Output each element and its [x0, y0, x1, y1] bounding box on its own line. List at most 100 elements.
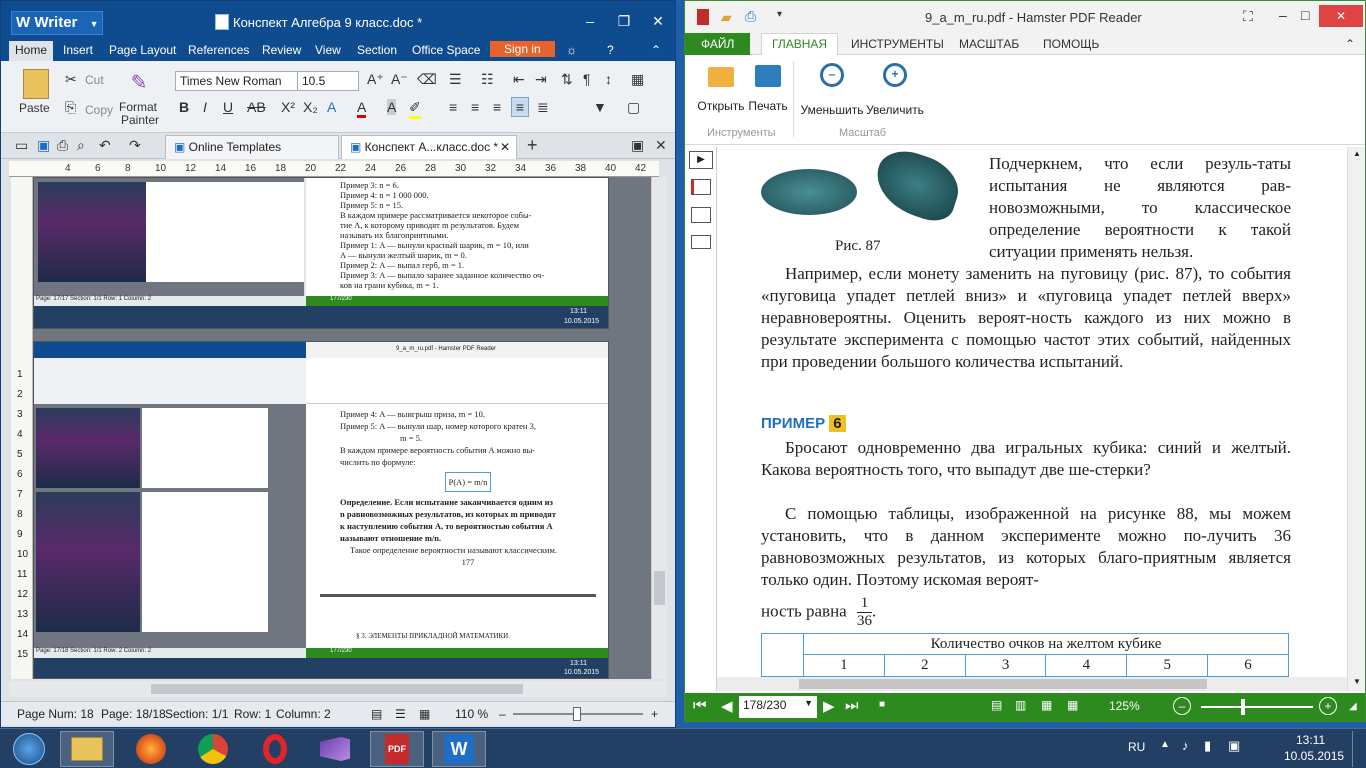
font-color-icon[interactable]: A [357, 99, 367, 118]
continuous-icon[interactable]: ▥ [1015, 698, 1026, 712]
new-tab-button[interactable]: + [527, 135, 538, 156]
show-desktop-button[interactable] [1352, 731, 1364, 767]
underline-icon[interactable]: U [223, 99, 233, 115]
paste-icon[interactable] [23, 69, 49, 99]
restore-button[interactable]: ❐ [613, 11, 635, 33]
tab-online-templates[interactable]: ▣ Online Templates [165, 135, 339, 159]
expand-panel-button[interactable]: ▶ [689, 151, 713, 169]
minimize-button[interactable]: – [1279, 7, 1287, 23]
font-size-select[interactable]: 10.5 [297, 71, 359, 91]
prev-page-icon[interactable]: ◀ [721, 697, 733, 715]
char-shading-icon[interactable]: A [387, 99, 397, 115]
font-name-select[interactable]: Times New Roman [175, 71, 299, 91]
menu-review[interactable]: Review [262, 43, 301, 57]
highlight-icon[interactable]: ✐ [409, 99, 421, 119]
resize-grip-icon[interactable]: ◢ [1349, 701, 1357, 712]
page-number-input[interactable]: 178/230 ▼ [739, 696, 817, 718]
paste-button[interactable]: Paste [19, 101, 50, 115]
menu-main[interactable]: ГЛАВНАЯ [761, 33, 839, 55]
outline-view-icon[interactable]: ☰ [395, 707, 406, 721]
maximize-button[interactable]: □ [1301, 7, 1309, 23]
show-marks-icon[interactable]: ¶ [583, 71, 591, 87]
skin-icon[interactable]: ☼ [566, 43, 577, 57]
bold-icon[interactable]: B [179, 99, 189, 115]
menu-file[interactable]: ФАЙЛ [685, 33, 751, 55]
save-icon[interactable]: ▣ [37, 137, 50, 154]
new-icon[interactable]: ▭ [15, 137, 28, 154]
outdent-icon[interactable]: ⇤ [513, 71, 525, 88]
zoom-in-button[interactable]: + [1319, 697, 1337, 715]
close-button[interactable]: ✕ [1319, 5, 1363, 27]
align-left-icon[interactable]: ≡ [449, 99, 457, 115]
open-button[interactable]: Открыть [697, 63, 745, 113]
zoom-out-button[interactable]: – [499, 707, 506, 721]
taskbar-pdf-reader[interactable]: PDF [370, 731, 424, 767]
sign-in-button[interactable]: Sign in [490, 41, 555, 57]
grow-font-icon[interactable]: A⁺ [367, 71, 384, 88]
stop-icon[interactable]: ■ [879, 699, 885, 710]
web-view-icon[interactable]: ▦ [419, 707, 430, 721]
open-folder-icon[interactable]: ▰ [721, 9, 732, 26]
writer-horizontal-scrollbar[interactable] [9, 681, 667, 697]
scroll-thumb[interactable] [151, 684, 523, 694]
facing-continuous-icon[interactable]: ▦ [1067, 698, 1078, 712]
taskbar-chrome[interactable] [186, 731, 240, 767]
paragraph-shading-icon[interactable]: ▼ [593, 99, 607, 115]
table-icon[interactable]: ▦ [631, 71, 644, 88]
writer-vertical-scrollbar[interactable] [651, 177, 667, 679]
scroll-thumb[interactable] [799, 679, 1207, 689]
zoom-level[interactable]: 110 % [455, 707, 488, 721]
copy-button[interactable]: Copy [85, 103, 113, 117]
help-icon[interactable]: ? [607, 43, 614, 57]
minimize-button[interactable]: – [579, 11, 601, 33]
taskbar-writer[interactable]: W [432, 731, 486, 767]
zoom-out-button[interactable]: – Уменьшить [799, 63, 865, 117]
collapse-ribbon-icon[interactable]: ⌃ [651, 43, 661, 57]
single-page-icon[interactable]: ▤ [991, 698, 1002, 712]
close-tab-icon[interactable]: ✕ [500, 140, 510, 154]
format-painter-button[interactable]: Format [119, 100, 157, 114]
undo-icon[interactable]: ↶ [99, 137, 111, 154]
taskbar-opera[interactable] [248, 731, 302, 767]
print-icon[interactable]: ⎙ [57, 137, 68, 154]
print-preview-icon[interactable]: ⌕ [77, 137, 85, 154]
zoom-slider[interactable] [1201, 706, 1313, 708]
tray-arrow-icon[interactable]: ▲ [1160, 739, 1170, 750]
align-right-icon[interactable]: ≡ [493, 99, 501, 115]
taskbar-explorer[interactable] [60, 731, 114, 767]
menu-page-layout[interactable]: Page Layout [109, 43, 176, 57]
menu-help[interactable]: ПОМОЩЬ [1043, 37, 1099, 51]
menu-references[interactable]: References [188, 43, 249, 57]
restore-doc-icon[interactable]: ▣ [631, 137, 644, 154]
pdf-vertical-scrollbar[interactable]: ▲ ▼ [1347, 147, 1365, 691]
borders-icon[interactable]: ▢ [627, 99, 640, 116]
taskbar-firefox[interactable] [124, 731, 178, 767]
print-icon[interactable]: ⎙ [745, 8, 756, 25]
line-spacing-icon[interactable]: ↕ [605, 71, 612, 87]
facing-icon[interactable]: ▦ [1041, 698, 1052, 712]
indent-icon[interactable]: ⇥ [535, 71, 547, 88]
menu-office-space[interactable]: Office Space [412, 43, 480, 57]
pages-icon[interactable] [691, 207, 711, 223]
superscript-icon[interactable]: X² [281, 99, 295, 115]
cut-button[interactable]: Cut [85, 73, 104, 87]
menu-insert[interactable]: Insert [63, 43, 93, 57]
scroll-down-icon[interactable]: ▼ [1353, 677, 1361, 686]
quick-access-chevron-icon[interactable]: ▾ [777, 9, 782, 20]
menu-scale[interactable]: МАСШТАБ [959, 37, 1019, 51]
zoom-in-button[interactable]: + [651, 707, 658, 721]
zoom-in-button[interactable]: + Увеличить [865, 63, 925, 117]
first-page-icon[interactable]: ⏮ [693, 697, 707, 714]
strikethrough-icon[interactable]: AB [247, 99, 266, 115]
zoom-level[interactable]: 125% [1109, 699, 1140, 713]
redo-icon[interactable]: ↷ [129, 137, 141, 154]
menu-view[interactable]: View [315, 43, 341, 57]
taskbar-visual-studio[interactable] [308, 731, 362, 767]
zoom-out-button[interactable]: – [1173, 697, 1191, 715]
volume-icon[interactable]: ♪ [1182, 738, 1189, 753]
zoom-slider-thumb[interactable] [573, 707, 581, 721]
tab-document[interactable]: ▣ Конспект А...класс.doc * ✕ [341, 135, 517, 159]
text-effect-icon[interactable]: A [327, 99, 336, 115]
subscript-icon[interactable]: X₂ [303, 99, 318, 115]
numbering-icon[interactable]: ☷ [481, 71, 494, 88]
